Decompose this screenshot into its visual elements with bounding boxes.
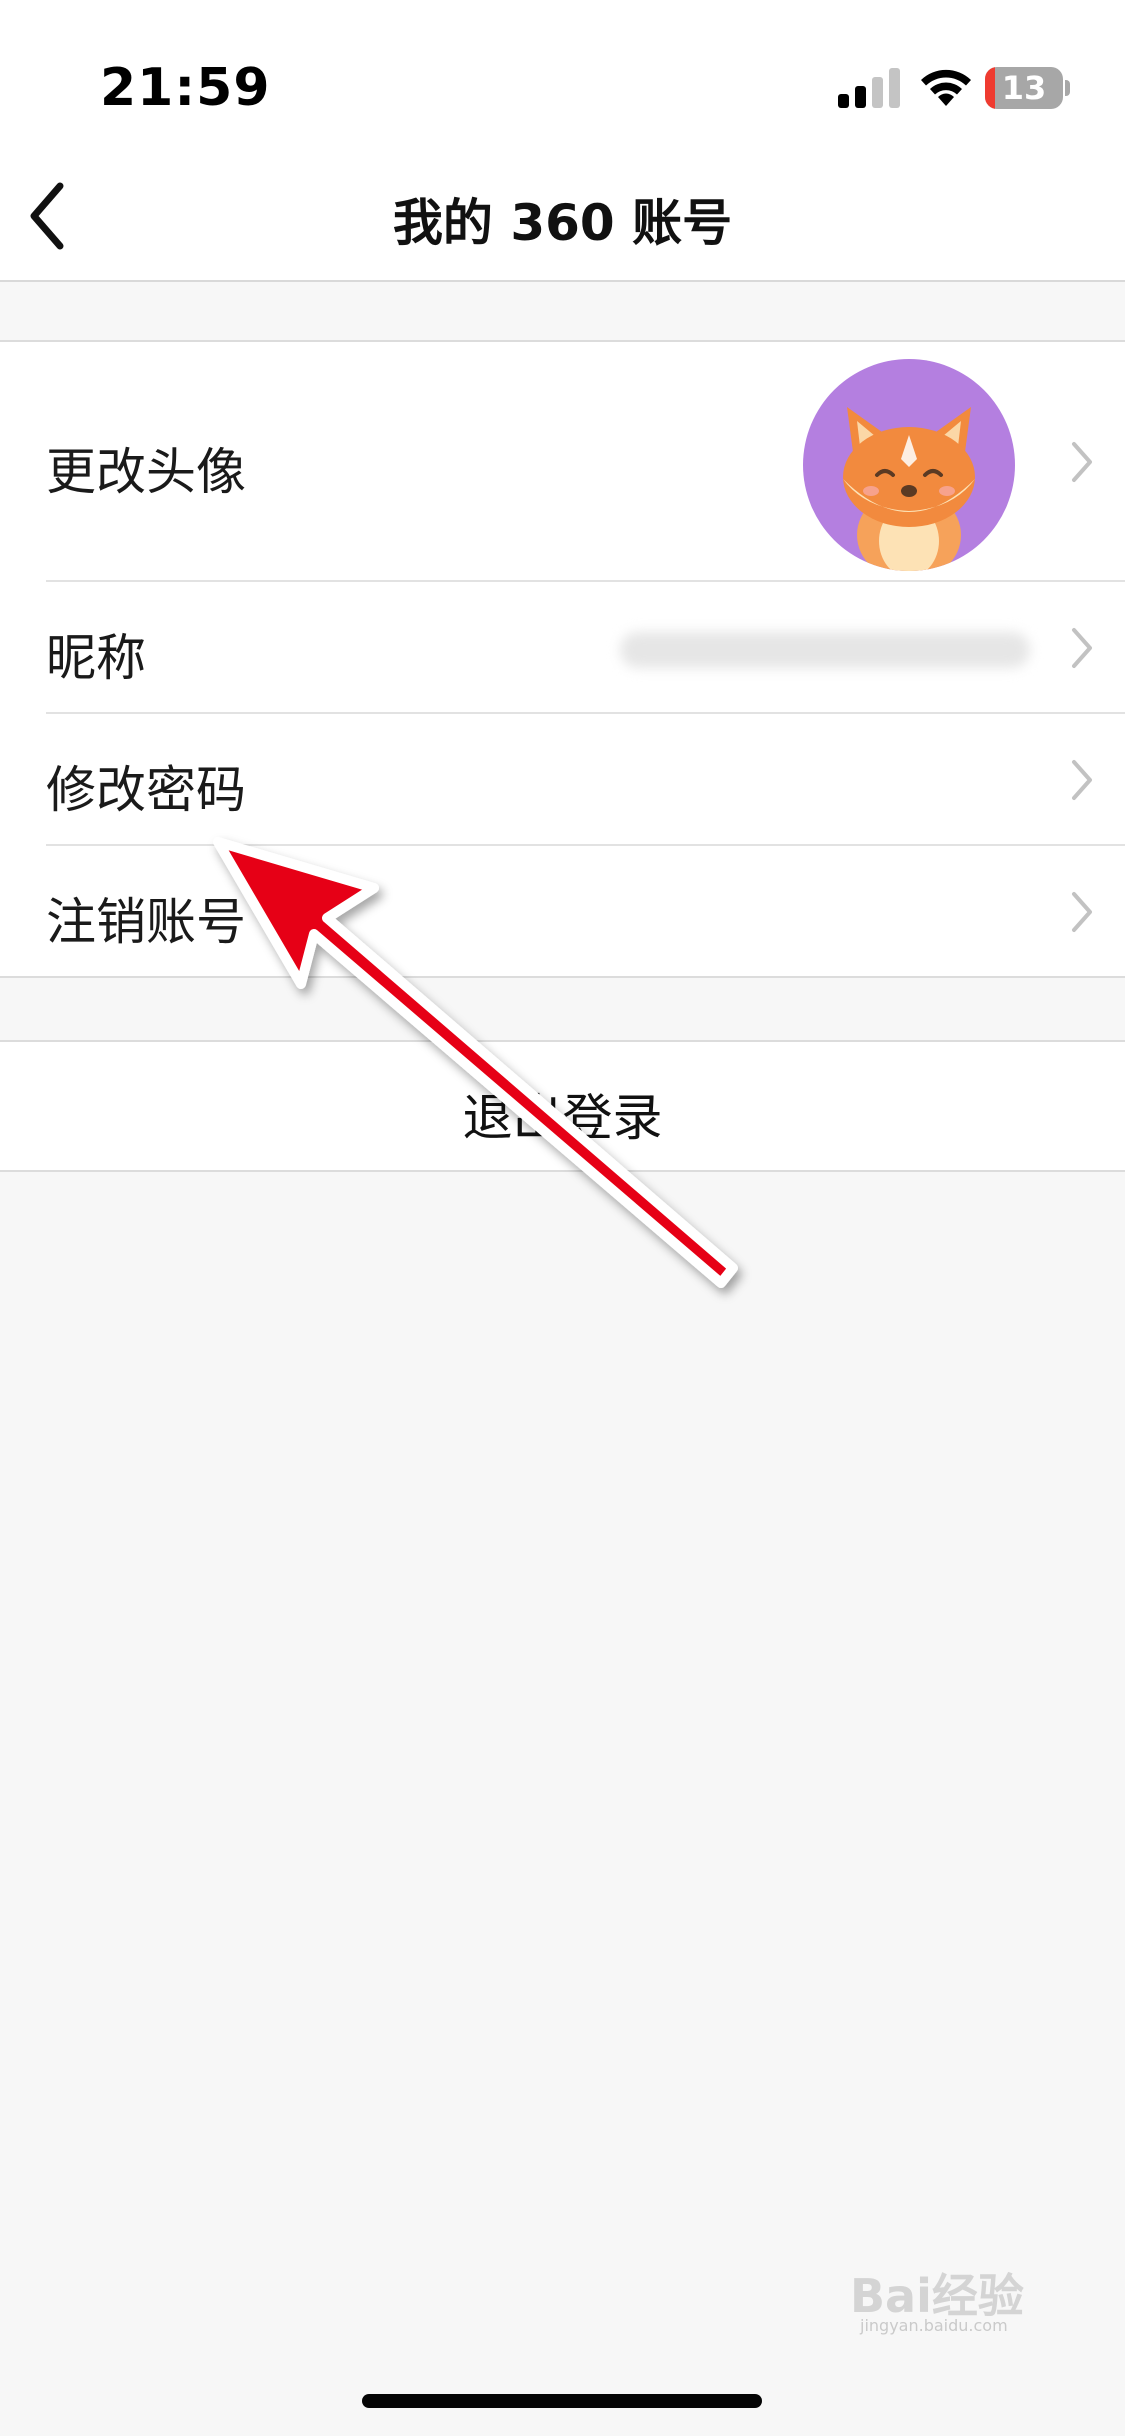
change-avatar-row[interactable]: 更改头像 (0, 342, 1125, 582)
logout-button[interactable]: 退出登录 (0, 1040, 1125, 1172)
change-avatar-label: 更改头像 (46, 443, 246, 501)
chevron-right-icon (1072, 760, 1092, 800)
fox-avatar-icon (843, 407, 975, 571)
nickname-row[interactable]: 昵称 (0, 582, 1125, 714)
nickname-label: 昵称 (46, 629, 146, 687)
chevron-right-icon (1072, 442, 1092, 482)
delete-account-label: 注销账号 (46, 893, 246, 951)
nickname-value-blurred (620, 632, 1030, 668)
battery-icon: 13 (985, 67, 1070, 109)
cellular-signal-icon (838, 68, 900, 108)
chevron-right-icon (1072, 628, 1092, 668)
battery-cap (1065, 80, 1070, 96)
chevron-right-icon (1072, 892, 1092, 932)
watermark-sub: jingyan.baidu.com (860, 2316, 1008, 2335)
top-bar: 21:59 13 我的 360 账号 (0, 0, 1125, 282)
wifi-icon (921, 69, 971, 106)
avatar[interactable] (803, 359, 1015, 571)
battery-body: 13 (985, 67, 1063, 109)
baidu-watermark: Bai经验 jingyan.baidu.com (850, 2250, 1080, 2335)
home-indicator[interactable] (362, 2394, 762, 2408)
delete-account-row[interactable]: 注销账号 (0, 846, 1125, 978)
logout-label: 退出登录 (462, 1089, 663, 1147)
change-password-label: 修改密码 (46, 761, 246, 819)
status-time: 21:59 (100, 58, 271, 118)
battery-level: 13 (1001, 69, 1047, 107)
change-password-row[interactable]: 修改密码 (0, 714, 1125, 846)
page-title: 我的 360 账号 (392, 194, 733, 252)
settings-list: 更改头像 昵称 修改密码 注销账号 (0, 340, 1125, 978)
screen: 21:59 13 我的 360 账号 更改头像 昵称 修改密码 注销账号 退出登… (0, 0, 1125, 2436)
